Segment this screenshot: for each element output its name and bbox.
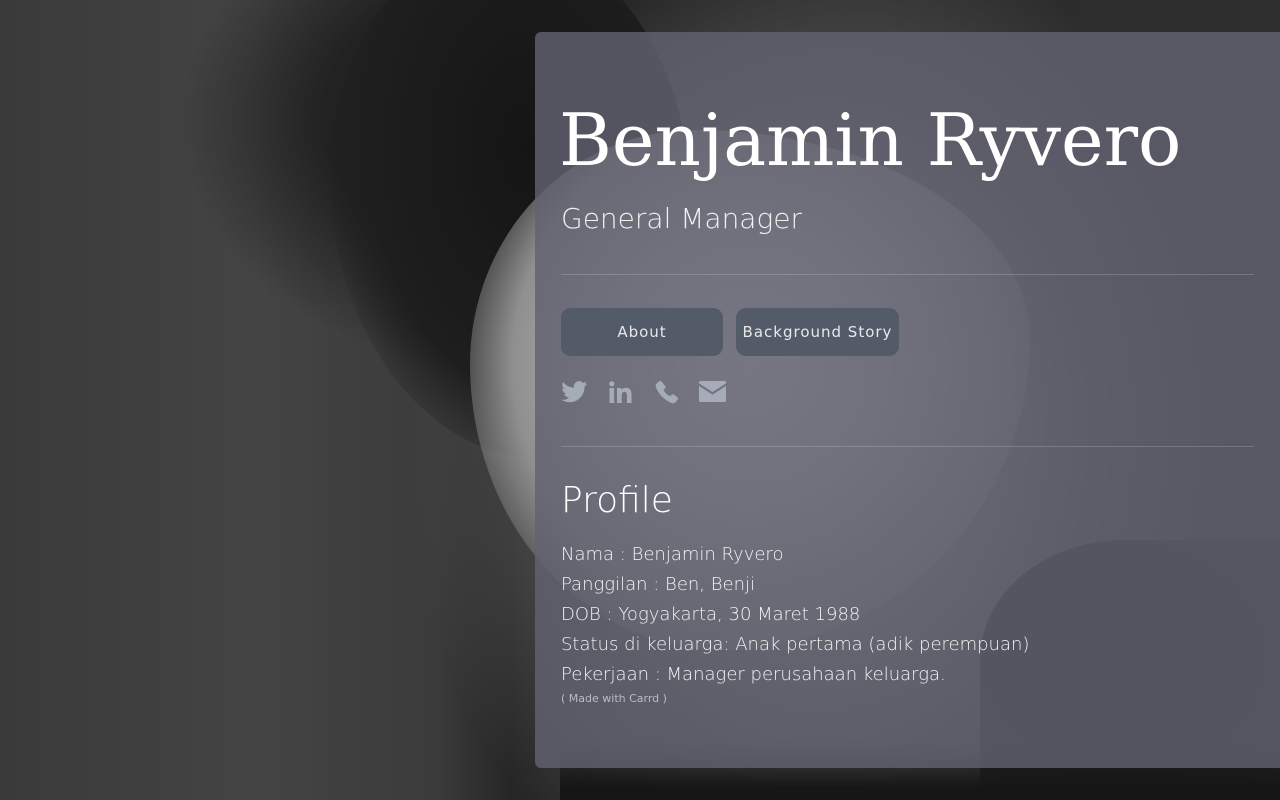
linkedin-icon[interactable] — [607, 378, 634, 405]
detail-pekerjaan: Pekerjaan : Manager perusahaan keluarga. — [561, 664, 946, 685]
detail-status: Status di keluarga: Anak pertama (adik p… — [561, 634, 1030, 655]
social-icons — [561, 378, 726, 405]
profile-heading: Profile — [561, 480, 673, 521]
background-story-button[interactable]: Background Story — [736, 308, 899, 356]
twitter-icon[interactable] — [561, 378, 588, 405]
detail-nama: Nama : Benjamin Ryvero — [561, 544, 784, 565]
profile-details: Nama : Benjamin Ryvero Panggilan : Ben, … — [561, 540, 1029, 690]
button-row: About Background Story — [561, 308, 899, 356]
detail-panggilan: Panggilan : Ben, Benji — [561, 574, 756, 595]
made-with-carrd-link[interactable]: ( Made with Carrd ) — [561, 692, 667, 705]
profile-name: Benjamin Ryvero — [559, 98, 1182, 182]
envelope-icon[interactable] — [699, 378, 726, 405]
job-title: General Manager — [561, 202, 803, 235]
about-button[interactable]: About — [561, 308, 723, 356]
detail-dob: DOB : Yogyakarta, 30 Maret 1988 — [561, 604, 861, 625]
profile-card: Benjamin Ryvero General Manager About Ba… — [535, 32, 1280, 768]
divider-top — [561, 274, 1254, 275]
phone-icon[interactable] — [653, 378, 680, 405]
divider-bottom — [561, 446, 1254, 447]
